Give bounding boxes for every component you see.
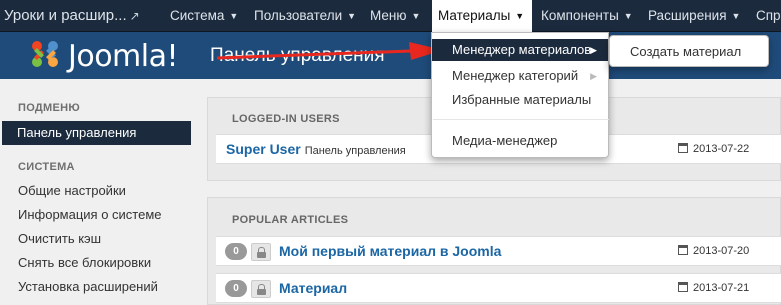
nav-menu-help[interactable]: Спр bbox=[750, 0, 781, 32]
calendar-icon bbox=[678, 245, 688, 255]
caret-down-icon: ▼ bbox=[731, 11, 741, 21]
table-row: 0 Материал 2013-07-21 bbox=[216, 273, 781, 303]
caret-down-icon: ▼ bbox=[411, 11, 421, 21]
calendar-icon bbox=[678, 143, 688, 153]
date-value: 2013-07-22 bbox=[693, 143, 750, 155]
sidebar-heading-submenu: ПОДМЕНЮ bbox=[18, 102, 81, 114]
sidebar-item-global-config[interactable]: Общие настройки bbox=[18, 183, 126, 198]
site-brand-link[interactable]: Уроки и расшир... ↗ bbox=[4, 0, 140, 32]
joomla-logo: Joomla! bbox=[28, 35, 198, 74]
sidebar-item-install-extensions[interactable]: Установка расширений bbox=[18, 279, 158, 294]
caret-down-icon: ▼ bbox=[229, 11, 239, 21]
joomla-logo-icon bbox=[32, 41, 58, 67]
content-dropdown-menu: Менеджер материалов ▶ Менеджер категорий ▶… bbox=[431, 32, 609, 158]
lock-icon[interactable] bbox=[251, 280, 271, 298]
calendar-icon bbox=[678, 282, 688, 292]
date-value: 2013-07-20 bbox=[693, 245, 750, 257]
external-link-icon: ↗ bbox=[129, 9, 140, 23]
nav-menu-menus[interactable]: Меню ▼ bbox=[364, 0, 426, 32]
nav-menu-label: Компоненты bbox=[541, 8, 619, 23]
red-annotation-arrow bbox=[216, 42, 443, 60]
menu-item-new-article[interactable]: Создать материал bbox=[610, 41, 768, 63]
menu-item-label: Медиа-менеджер bbox=[452, 133, 558, 148]
user-name: Super User bbox=[226, 141, 301, 157]
nav-menu-label: Расширения bbox=[648, 8, 727, 23]
menu-item-label: Избранные материалы bbox=[452, 92, 592, 107]
user-location: Панель управления bbox=[304, 145, 406, 157]
nav-menu-label: Система bbox=[170, 8, 225, 23]
nav-menu-label: Меню bbox=[370, 8, 407, 23]
sidebar-heading-system: СИСТЕМА bbox=[18, 161, 75, 173]
logo-wordmark: Joomla! bbox=[68, 39, 179, 74]
sidebar-item-global-checkin[interactable]: Снять все блокировки bbox=[18, 255, 151, 270]
menu-item-media-manager[interactable]: Медиа-менеджер bbox=[432, 130, 608, 152]
menu-item-featured-articles[interactable]: Избранные материалы bbox=[432, 89, 608, 111]
date-cell: 2013-07-21 bbox=[678, 282, 749, 294]
date-cell: 2013-07-22 bbox=[678, 143, 749, 155]
nav-menu-label: Пользователи bbox=[254, 8, 343, 23]
caret-right-icon: ▶ bbox=[590, 45, 597, 55]
menu-item-label: Менеджер материалов bbox=[452, 42, 592, 57]
user-name-link[interactable]: Super User Панель управления bbox=[226, 141, 406, 157]
nav-menu-system[interactable]: Система ▼ bbox=[164, 0, 244, 32]
hits-badge: 0 bbox=[225, 280, 247, 297]
nav-menu-components[interactable]: Компоненты ▼ bbox=[535, 0, 639, 32]
lock-icon[interactable] bbox=[251, 243, 271, 261]
menu-item-category-manager[interactable]: Менеджер категорий ▶ bbox=[432, 65, 608, 87]
nav-menu-users[interactable]: Пользователи ▼ bbox=[248, 0, 362, 32]
sidebar: ПОДМЕНЮ Панель управления СИСТЕМА Общие … bbox=[0, 79, 200, 305]
sidebar-item-clear-cache[interactable]: Очистить кэш bbox=[18, 231, 101, 246]
caret-down-icon: ▼ bbox=[347, 11, 357, 21]
nav-menu-label: Материалы bbox=[438, 8, 511, 23]
sidebar-item-control-panel[interactable]: Панель управления bbox=[2, 121, 191, 145]
sidebar-item-system-info[interactable]: Информация о системе bbox=[18, 207, 162, 222]
popular-articles-panel: POPULAR ARTICLES 0 Мой первый материал в… bbox=[207, 197, 781, 305]
hits-badge: 0 bbox=[225, 243, 247, 260]
menu-divider bbox=[433, 119, 609, 120]
date-value: 2013-07-21 bbox=[693, 282, 750, 294]
article-title-link[interactable]: Материал bbox=[279, 280, 347, 296]
menu-item-label: Менеджер категорий bbox=[452, 68, 579, 83]
panel-heading: LOGGED-IN USERS bbox=[232, 113, 340, 125]
caret-down-icon: ▼ bbox=[623, 11, 633, 21]
menu-item-article-manager[interactable]: Менеджер материалов ▶ bbox=[432, 39, 608, 61]
caret-down-icon: ▼ bbox=[515, 11, 525, 21]
nav-menu-label: Спр bbox=[756, 8, 781, 23]
article-title-link[interactable]: Мой первый материал в Joomla bbox=[279, 243, 501, 259]
date-cell: 2013-07-20 bbox=[678, 245, 749, 257]
nav-menu-extensions[interactable]: Расширения ▼ bbox=[642, 0, 746, 32]
table-row: 0 Мой первый материал в Joomla 2013-07-2… bbox=[216, 236, 781, 266]
article-manager-submenu: Создать материал bbox=[609, 35, 769, 67]
top-navbar: Уроки и расшир... ↗ Система ▼ Пользователи… bbox=[0, 0, 781, 32]
nav-menu-content[interactable]: Материалы ▼ bbox=[432, 0, 532, 32]
panel-heading: POPULAR ARTICLES bbox=[232, 214, 349, 226]
site-brand-label: Уроки и расшир... bbox=[4, 7, 127, 24]
caret-right-icon: ▶ bbox=[590, 71, 597, 81]
